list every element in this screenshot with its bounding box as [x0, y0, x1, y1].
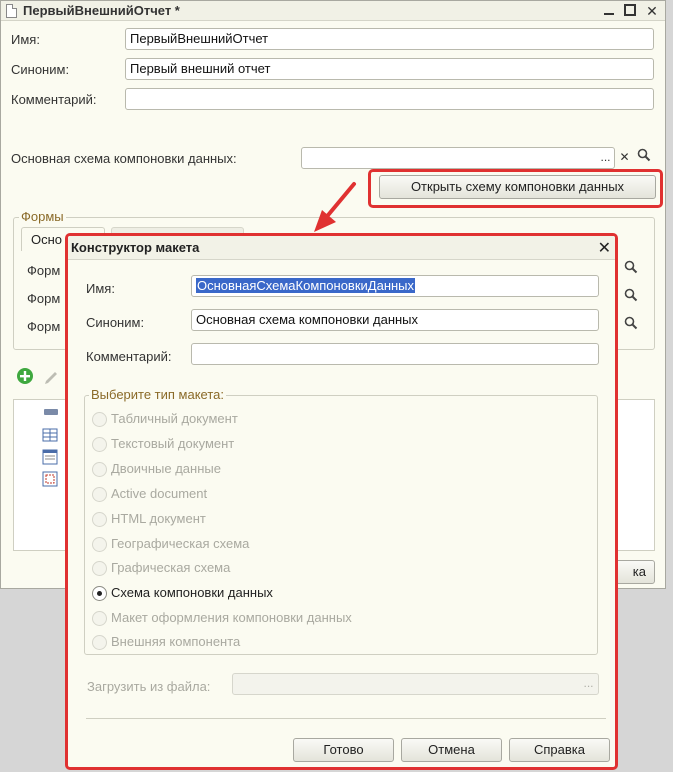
document-icon — [6, 4, 17, 18]
dialog-synonym-label: Синоним: — [86, 315, 145, 330]
main-window-title: ПервыйВнешнийОтчет * — [23, 3, 180, 18]
dialog-synonym-field[interactable]: Основная схема компоновки данных — [191, 309, 599, 331]
name-label: Имя: — [11, 32, 40, 47]
radio-button[interactable] — [92, 611, 107, 626]
radio-label: Двоичные данные — [111, 461, 221, 476]
done-button[interactable]: Готово — [293, 738, 394, 762]
form-icon — [42, 449, 58, 468]
list-item-icon-1 — [44, 409, 58, 415]
form-row-label-3: Форм — [27, 319, 61, 334]
pointer-arrow-icon — [314, 182, 356, 232]
synonym-label: Синоним: — [11, 62, 70, 77]
minimize-icon[interactable] — [600, 2, 618, 20]
schema-label: Основная схема компоновки данных: — [11, 151, 237, 166]
dialog-divider — [86, 718, 606, 719]
radio-button[interactable] — [92, 635, 107, 650]
maximize-icon[interactable] — [621, 2, 639, 20]
load-file-label: Загрузить из файла: — [87, 679, 211, 694]
dialog-comment-label: Комментарий: — [86, 349, 172, 364]
form-row-label-2: Форм — [27, 291, 61, 306]
schema-clear-icon[interactable]: ✕ — [616, 148, 633, 168]
table-icon — [42, 427, 58, 446]
name-field[interactable]: ПервыйВнешнийОтчет — [125, 28, 654, 50]
radio-label: Текстовый документ — [111, 436, 235, 451]
open-schema-button[interactable]: Открыть схему компоновки данных — [379, 175, 656, 199]
dialog-titlebar: Конструктор макета ✕ — [68, 236, 615, 260]
forms-group-title: Формы — [19, 209, 66, 224]
dialog-title: Конструктор макета — [71, 240, 200, 255]
schema-select-button[interactable]: ... — [597, 148, 614, 168]
layout-icon — [42, 471, 58, 490]
load-file-field[interactable] — [232, 673, 599, 695]
radio-button[interactable] — [92, 512, 107, 527]
radio-button[interactable] — [92, 487, 107, 502]
radio-label: Схема компоновки данных — [111, 585, 273, 600]
schema-search-icon[interactable] — [635, 148, 652, 168]
close-icon[interactable]: ✕ — [643, 2, 661, 20]
form-search-icon-2[interactable] — [622, 288, 639, 308]
radio-button[interactable] — [92, 537, 107, 552]
radio-label: Active document — [111, 486, 208, 501]
main-window-titlebar: ПервыйВнешнийОтчет * ✕ — [1, 1, 665, 21]
schema-field[interactable] — [301, 147, 615, 169]
radio-button-selected[interactable] — [92, 586, 107, 601]
radio-button[interactable] — [92, 462, 107, 477]
load-file-browse-button[interactable]: ... — [580, 674, 597, 694]
form-search-icon-3[interactable] — [622, 316, 639, 336]
help-button[interactable]: Справка — [509, 738, 610, 762]
forms-tab-label: Осно — [31, 232, 63, 247]
dialog-comment-field[interactable] — [191, 343, 599, 365]
dialog-close-icon[interactable]: ✕ — [598, 238, 611, 258]
dialog-name-label: Имя: — [86, 281, 115, 296]
form-row-label-1: Форм — [27, 263, 61, 278]
radio-label: Графическая схема — [111, 560, 231, 575]
add-icon[interactable] — [16, 367, 34, 385]
radio-button[interactable] — [92, 437, 107, 452]
synonym-field[interactable]: Первый внешний отчет — [125, 58, 654, 80]
comment-field[interactable] — [125, 88, 654, 110]
radio-label: Внешняя компонента — [111, 634, 241, 649]
radio-label: Макет оформления компоновки данных — [111, 610, 352, 625]
radio-label: Географическая схема — [111, 536, 250, 551]
radio-button[interactable] — [92, 412, 107, 427]
radio-label: Табличный документ — [111, 411, 238, 426]
dialog-name-value: ОсновнаяСхемаКомпоновкиДанных — [196, 278, 416, 293]
cancel-button[interactable]: Отмена — [401, 738, 502, 762]
radio-label: HTML документ — [111, 511, 206, 526]
template-constructor-dialog: Конструктор макета ✕ Имя: ОсновнаяСхемаК… — [65, 233, 618, 770]
edit-icon[interactable] — [43, 367, 61, 385]
comment-label: Комментарий: — [11, 92, 97, 107]
template-type-group-title: Выберите тип макета: — [89, 387, 227, 402]
form-search-icon-1[interactable] — [622, 260, 639, 280]
dialog-name-field[interactable]: ОсновнаяСхемаКомпоновкиДанных — [191, 275, 599, 297]
radio-button[interactable] — [92, 561, 107, 576]
